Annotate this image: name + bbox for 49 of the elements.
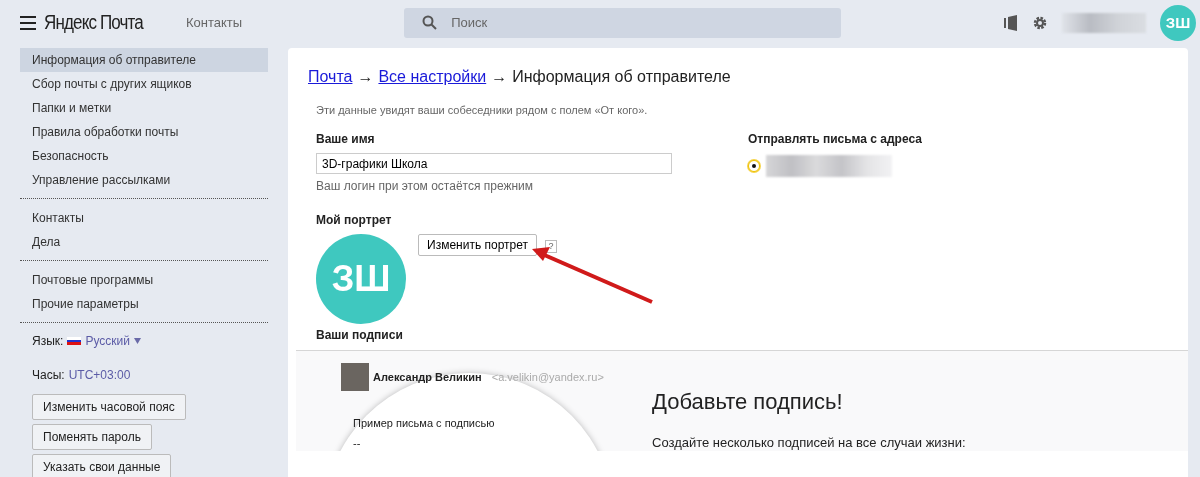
change-portrait-button[interactable]: Изменить портрет (418, 234, 537, 256)
settings-menu-item[interactable]: Прочие параметры (20, 292, 268, 316)
promo-text: Создайте несколько подписей на все случаи жизни: (652, 435, 966, 450)
menu-icon[interactable] (20, 15, 36, 30)
dropdown-caret-icon[interactable] (133, 338, 141, 344)
search-icon (422, 15, 438, 30)
settings-menu-item[interactable]: Контакты (20, 206, 268, 230)
sample-text: Пример письма с подписью (353, 417, 496, 429)
settings-menu-item[interactable]: Папки и метки (20, 96, 268, 120)
login-hint: Ваш логин при этом остаётся прежним (316, 179, 535, 193)
contacts-link[interactable]: Контакты (186, 15, 243, 30)
signatures-heading: Ваши подписи (316, 328, 404, 342)
settings-menu-item[interactable]: Дела (20, 230, 268, 254)
name-input[interactable]: 3D-графики Школа (316, 153, 672, 174)
portrait-label: Мой портрет (316, 213, 393, 227)
russian-flag-icon (67, 337, 82, 345)
search-field[interactable]: Поиск (404, 7, 842, 38)
search-input[interactable]: Поиск (449, 14, 834, 31)
signature-dash: -- (353, 437, 362, 449)
promo-title: Добавьте подпись! (652, 389, 844, 415)
page-title: Информация об отправителе (512, 68, 731, 86)
radio-button[interactable] (748, 160, 760, 172)
sender-label: Отправлять письма с адреса (748, 132, 922, 146)
settings-icon[interactable] (1032, 14, 1048, 31)
author-email: <a.velikin@yandex.ru> (491, 371, 604, 383)
settings-menu-item[interactable]: Правила обработки почты (20, 120, 268, 144)
settings-menu-item[interactable]: Почтовые программы (20, 268, 268, 292)
settings-menu-item[interactable]: Информация об отправителе (20, 48, 268, 72)
logo[interactable]: Яндекс Почта (44, 11, 155, 34)
breadcrumb-arrow: → (491, 68, 508, 86)
portrait-avatar: ЗШ (316, 234, 406, 324)
clock-label: Часы: (32, 368, 65, 382)
name-label: Ваше имя (316, 132, 376, 146)
language-label: Язык: (32, 334, 64, 348)
language-link[interactable]: Русский (85, 334, 130, 348)
settings-menu-item[interactable]: Управление рассылками (20, 168, 268, 192)
settings-menu-item[interactable]: Безопасность (20, 144, 268, 168)
intro-text: Эти данные увидят ваши собеседники рядом с полем «От кого». (316, 104, 649, 116)
breadcrumb-link[interactable]: Все настройки (378, 68, 487, 86)
compose-icon[interactable] (1004, 14, 1018, 31)
sidebar-button[interactable]: Поменять пароль (32, 424, 152, 450)
sidebar-button[interactable]: Указать свои данные (32, 454, 172, 477)
photo-placeholder (341, 363, 369, 391)
timezone-link[interactable]: UTC+03:00 (68, 368, 131, 382)
breadcrumb-link[interactable]: Почта (308, 68, 353, 86)
author-name: Александр Великин (373, 371, 482, 383)
settings-menu-item[interactable]: Сбор почты с других ящиков (20, 72, 268, 96)
sidebar-button[interactable]: Изменить часовой пояс (32, 394, 186, 420)
breadcrumb-arrow: → (357, 68, 374, 86)
